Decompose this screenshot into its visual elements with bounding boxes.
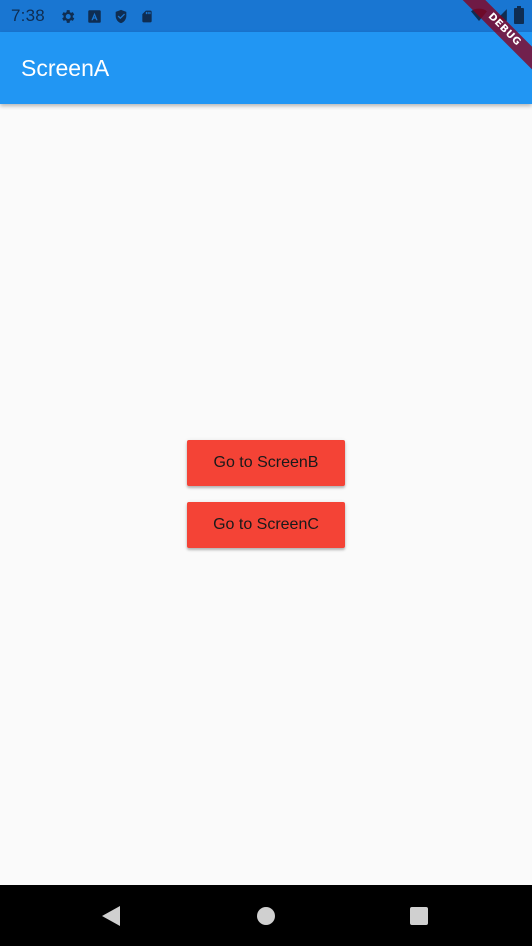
back-icon[interactable] — [101, 905, 121, 932]
status-icons-right — [470, 6, 524, 29]
home-icon[interactable] — [256, 905, 276, 930]
gear-icon — [59, 8, 76, 25]
sd-card-icon — [140, 8, 154, 25]
status-time: 7:38 — [11, 6, 45, 25]
page-title: ScreenA — [21, 54, 110, 81]
status-bar: 7:38 — [0, 0, 532, 32]
go-to-screen-b-button[interactable]: Go to ScreenB — [187, 440, 345, 486]
a-square-icon — [87, 9, 102, 24]
system-nav-bar — [0, 885, 532, 946]
app-bar: ScreenA — [0, 32, 532, 104]
screen-body: Go to ScreenB Go to ScreenC — [0, 104, 532, 885]
go-to-screen-c-button[interactable]: Go to ScreenC — [187, 502, 345, 548]
wifi-icon — [470, 7, 488, 28]
status-icons-left — [59, 8, 154, 25]
signal-icon — [494, 7, 508, 28]
recents-icon[interactable] — [409, 905, 429, 930]
battery-icon — [514, 6, 524, 29]
shield-icon — [113, 8, 129, 25]
